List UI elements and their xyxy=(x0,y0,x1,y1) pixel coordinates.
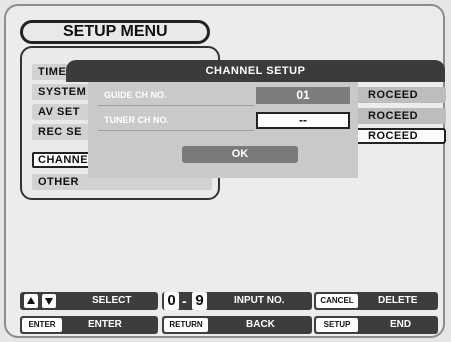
back-label: BACK xyxy=(246,319,275,330)
enter-label: ENTER xyxy=(88,319,122,330)
screen: SETUP MENU TIMER SYSTEM AV SET REC SE CH… xyxy=(0,0,451,342)
digit-range-dash: - xyxy=(182,293,187,309)
enter-hint: ENTER ENTER xyxy=(20,316,158,334)
footer-row-1: SELECT 0 - 9 INPUT NO. CANCEL DELETE xyxy=(20,292,440,310)
proceed-button-1[interactable]: ROCEED xyxy=(354,87,446,103)
setup-menu-title: SETUP MENU xyxy=(20,20,210,44)
setup-key[interactable]: SETUP xyxy=(316,318,358,332)
input-no-label: INPUT NO. xyxy=(234,295,285,306)
tuner-ch-divider xyxy=(98,130,254,131)
delete-hint: CANCEL DELETE xyxy=(314,292,438,310)
channel-setup-header: CHANNEL SETUP xyxy=(66,60,445,82)
footer-row-2: ENTER ENTER RETURN BACK SETUP END xyxy=(20,316,440,334)
guide-ch-value[interactable]: 01 xyxy=(256,87,350,104)
tuner-ch-input[interactable]: -- xyxy=(256,112,350,129)
guide-ch-label: GUIDE CH NO. xyxy=(104,90,167,100)
proceed-button-3[interactable]: ROCEED xyxy=(354,128,446,144)
proceed-button-2[interactable]: ROCEED xyxy=(354,108,446,124)
digit-zero-key[interactable]: 0 xyxy=(164,292,179,310)
digit-nine-key[interactable]: 9 xyxy=(192,292,207,310)
arrow-up-icon[interactable] xyxy=(24,294,38,308)
input-number-hint: 0 - 9 INPUT NO. xyxy=(162,292,312,310)
end-hint: SETUP END xyxy=(314,316,438,334)
cancel-key[interactable]: CANCEL xyxy=(316,294,358,308)
return-key[interactable]: RETURN xyxy=(164,318,208,332)
select-hint: SELECT xyxy=(20,292,158,310)
tuner-ch-label: TUNER CH NO. xyxy=(104,115,169,125)
guide-ch-divider xyxy=(98,105,254,106)
ok-button[interactable]: OK xyxy=(182,146,298,163)
select-label: SELECT xyxy=(92,295,132,306)
enter-key[interactable]: ENTER xyxy=(22,318,62,332)
end-label: END xyxy=(390,319,412,330)
arrow-down-icon[interactable] xyxy=(42,294,56,308)
delete-label: DELETE xyxy=(378,295,418,306)
back-hint: RETURN BACK xyxy=(162,316,312,334)
